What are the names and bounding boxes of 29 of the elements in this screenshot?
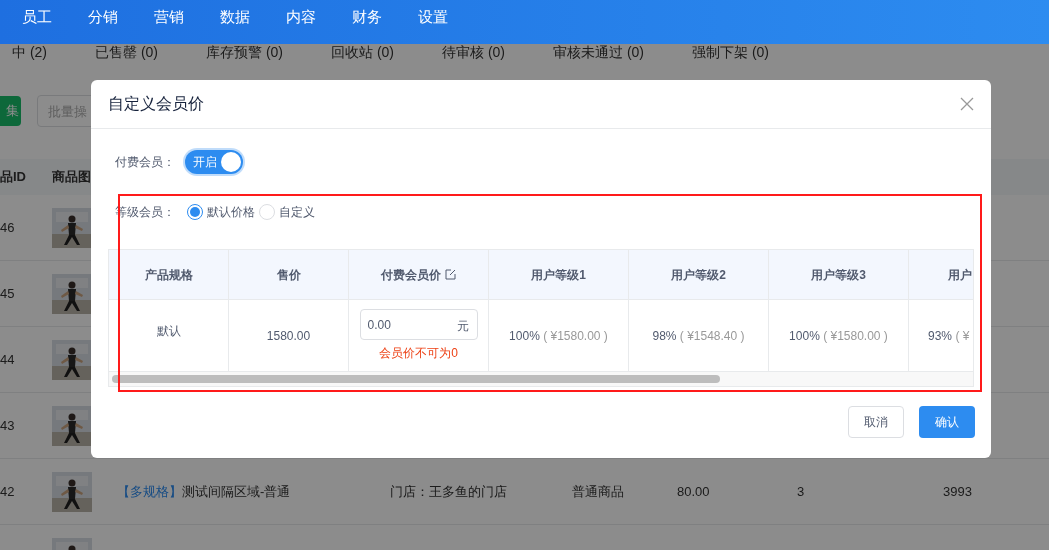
table-cell-text: 100% ( ¥1580.00 )	[789, 327, 888, 345]
column-header: 品ID	[0, 168, 27, 187]
error-message: 会员价不可为0	[379, 345, 458, 362]
column-header: 产品规格	[144, 266, 193, 284]
unit-label: 元	[456, 318, 469, 335]
table-cell-text: 98% ( ¥1548.40 )	[652, 327, 745, 345]
table-cell-text: 80.00	[677, 482, 711, 501]
table-cell-text: 3	[797, 482, 806, 501]
dialog-title: 自定义会员价	[108, 94, 204, 114]
column-header: 用户等级3	[811, 266, 866, 284]
column-header: 商品图	[52, 168, 91, 187]
table-cell-text: 100% ( ¥1580.00 )	[509, 327, 608, 345]
column-header: 用户等级1	[531, 266, 586, 284]
field-label: 付费会员：	[115, 154, 176, 171]
column-header: 售价	[276, 266, 301, 284]
column-header: 用户	[948, 266, 972, 284]
table-cell-text: 普通商品	[572, 482, 625, 501]
table-cell-text: 1580.00	[266, 327, 311, 345]
table-cell: 45	[0, 285, 15, 301]
table-cell-text: 默认	[156, 322, 181, 340]
table-cell: 43	[0, 417, 15, 433]
table-cell-text: 93% ( ¥	[928, 327, 970, 345]
table-cell: 46	[0, 219, 15, 235]
column-header: 用户等级2	[671, 266, 726, 284]
table-cell: 44	[0, 351, 15, 367]
column-header: 付费会员价	[381, 265, 456, 284]
table-cell-text: 门店：王多鱼的门店	[390, 482, 508, 501]
table-cell: 42	[0, 483, 15, 499]
table-cell-text: 3993	[943, 482, 972, 501]
